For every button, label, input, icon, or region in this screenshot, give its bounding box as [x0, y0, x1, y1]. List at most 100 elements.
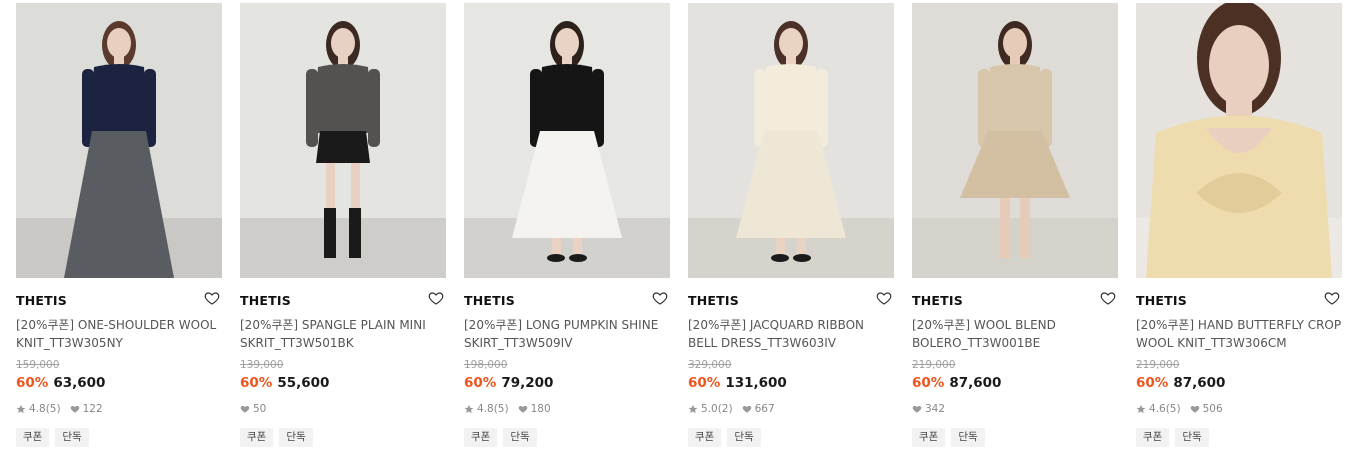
like-count: 667	[754, 403, 775, 415]
original-price: 329,000	[688, 359, 732, 371]
brand-name[interactable]: THETIS	[464, 293, 515, 308]
original-price: 219,000	[912, 359, 956, 371]
like-count: 180	[530, 403, 551, 415]
product-meta: 4.8 (5) 122	[16, 403, 103, 415]
price-line: 60% 131,600	[688, 375, 787, 391]
tag-list: 쿠폰 단독	[912, 428, 985, 447]
rating-value: 4.8	[477, 403, 494, 415]
star-icon	[1136, 404, 1146, 414]
sale-price: 87,600	[1173, 375, 1226, 391]
product-image[interactable]	[464, 3, 670, 278]
product-meta: 5.0 (2) 667	[688, 403, 775, 415]
brand-name[interactable]: THETIS	[912, 293, 963, 308]
review-count: (2)	[717, 403, 733, 415]
tag-list: 쿠폰 단독	[1136, 428, 1209, 447]
wishlist-heart-icon[interactable]	[204, 290, 220, 306]
product-image[interactable]	[688, 3, 894, 278]
product-name[interactable]: [20%쿠폰] ONE-SHOULDER WOOL KNIT_TT3W305NY	[16, 316, 222, 352]
product-photo	[1136, 3, 1342, 278]
wishlist-heart-icon[interactable]	[1324, 290, 1340, 306]
review-count: (5)	[493, 403, 509, 415]
product-image[interactable]	[240, 3, 446, 278]
coupon-tag: 쿠폰	[1136, 428, 1170, 447]
discount-rate: 60%	[912, 375, 945, 391]
like-heart-icon	[912, 404, 922, 414]
sale-price: 131,600	[725, 375, 787, 391]
sale-price: 87,600	[949, 375, 1002, 391]
like-heart-icon	[742, 404, 752, 414]
tag-list: 쿠폰 단독	[688, 428, 761, 447]
like-heart-icon	[1190, 404, 1200, 414]
original-price: 139,000	[240, 359, 284, 371]
product-photo	[912, 3, 1118, 278]
tag-list: 쿠폰 단독	[240, 428, 313, 447]
brand-name[interactable]: THETIS	[1136, 293, 1187, 308]
coupon-tag: 쿠폰	[688, 428, 722, 447]
product-name[interactable]: [20%쿠폰] JACQUARD RIBBON BELL DRESS_TT3W6…	[688, 316, 894, 352]
rating-value: 4.6	[1149, 403, 1166, 415]
product-photo	[240, 3, 446, 278]
wishlist-heart-icon[interactable]	[652, 290, 668, 306]
product-photo	[688, 3, 894, 278]
exclusive-tag: 단독	[951, 428, 985, 447]
like-heart-icon	[518, 404, 528, 414]
review-count: (5)	[1165, 403, 1181, 415]
price-line: 60% 63,600	[16, 375, 105, 391]
wishlist-heart-icon[interactable]	[428, 290, 444, 306]
product-name[interactable]: [20%쿠폰] LONG PUMPKIN SHINE SKIRT_TT3W509…	[464, 316, 670, 352]
exclusive-tag: 단독	[1175, 428, 1209, 447]
product-meta: 50	[240, 403, 266, 415]
price-line: 60% 79,200	[464, 375, 553, 391]
like-count: 50	[253, 403, 267, 415]
exclusive-tag: 단독	[727, 428, 761, 447]
like-heart-icon	[240, 404, 250, 414]
coupon-tag: 쿠폰	[240, 428, 274, 447]
rating-value: 4.8	[29, 403, 46, 415]
coupon-tag: 쿠폰	[16, 428, 50, 447]
product-meta: 342	[912, 403, 945, 415]
brand-name[interactable]: THETIS	[688, 293, 739, 308]
product-image[interactable]	[16, 3, 222, 278]
star-icon	[688, 404, 698, 414]
brand-name[interactable]: THETIS	[16, 293, 67, 308]
product-image[interactable]	[912, 3, 1118, 278]
product-card[interactable]: THETIS [20%쿠폰] WOOL BLEND BOLERO_TT3W001B…	[912, 0, 1118, 463]
discount-rate: 60%	[1136, 375, 1169, 391]
exclusive-tag: 단독	[503, 428, 537, 447]
exclusive-tag: 단독	[279, 428, 313, 447]
product-image[interactable]	[1136, 3, 1342, 278]
like-count: 122	[82, 403, 103, 415]
product-card[interactable]: THETIS [20%쿠폰] ONE-SHOULDER WOOL KNIT_TT3…	[16, 0, 222, 463]
product-grid: THETIS [20%쿠폰] ONE-SHOULDER WOOL KNIT_TT3…	[0, 0, 1348, 463]
product-card[interactable]: THETIS [20%쿠폰] JACQUARD RIBBON BELL DRESS…	[688, 0, 894, 463]
product-card[interactable]: THETIS [20%쿠폰] SPANGLE PLAIN MINI SKRIT_T…	[240, 0, 446, 463]
star-icon	[16, 404, 26, 414]
like-heart-icon	[70, 404, 80, 414]
original-price: 219,000	[1136, 359, 1180, 371]
product-card[interactable]: THETIS [20%쿠폰] HAND BUTTERFLY CROP WOOL K…	[1136, 0, 1342, 463]
price-line: 60% 55,600	[240, 375, 329, 391]
sale-price: 79,200	[501, 375, 554, 391]
product-name[interactable]: [20%쿠폰] SPANGLE PLAIN MINI SKRIT_TT3W501…	[240, 316, 446, 352]
brand-name[interactable]: THETIS	[240, 293, 291, 308]
product-photo	[16, 3, 222, 278]
discount-rate: 60%	[240, 375, 273, 391]
wishlist-heart-icon[interactable]	[1100, 290, 1116, 306]
rating-value: 5.0	[701, 403, 718, 415]
sale-price: 55,600	[277, 375, 330, 391]
original-price: 159,000	[16, 359, 60, 371]
tag-list: 쿠폰 단독	[464, 428, 537, 447]
sale-price: 63,600	[53, 375, 106, 391]
coupon-tag: 쿠폰	[464, 428, 498, 447]
original-price: 198,000	[464, 359, 508, 371]
coupon-tag: 쿠폰	[912, 428, 946, 447]
product-card[interactable]: THETIS [20%쿠폰] LONG PUMPKIN SHINE SKIRT_T…	[464, 0, 670, 463]
product-name[interactable]: [20%쿠폰] HAND BUTTERFLY CROP WOOL KNIT_TT…	[1136, 316, 1342, 352]
product-name[interactable]: [20%쿠폰] WOOL BLEND BOLERO_TT3W001BE	[912, 316, 1118, 352]
product-meta: 4.8 (5) 180	[464, 403, 551, 415]
like-count: 342	[925, 403, 946, 415]
like-count: 506	[1202, 403, 1223, 415]
wishlist-heart-icon[interactable]	[876, 290, 892, 306]
discount-rate: 60%	[688, 375, 721, 391]
exclusive-tag: 단독	[55, 428, 89, 447]
